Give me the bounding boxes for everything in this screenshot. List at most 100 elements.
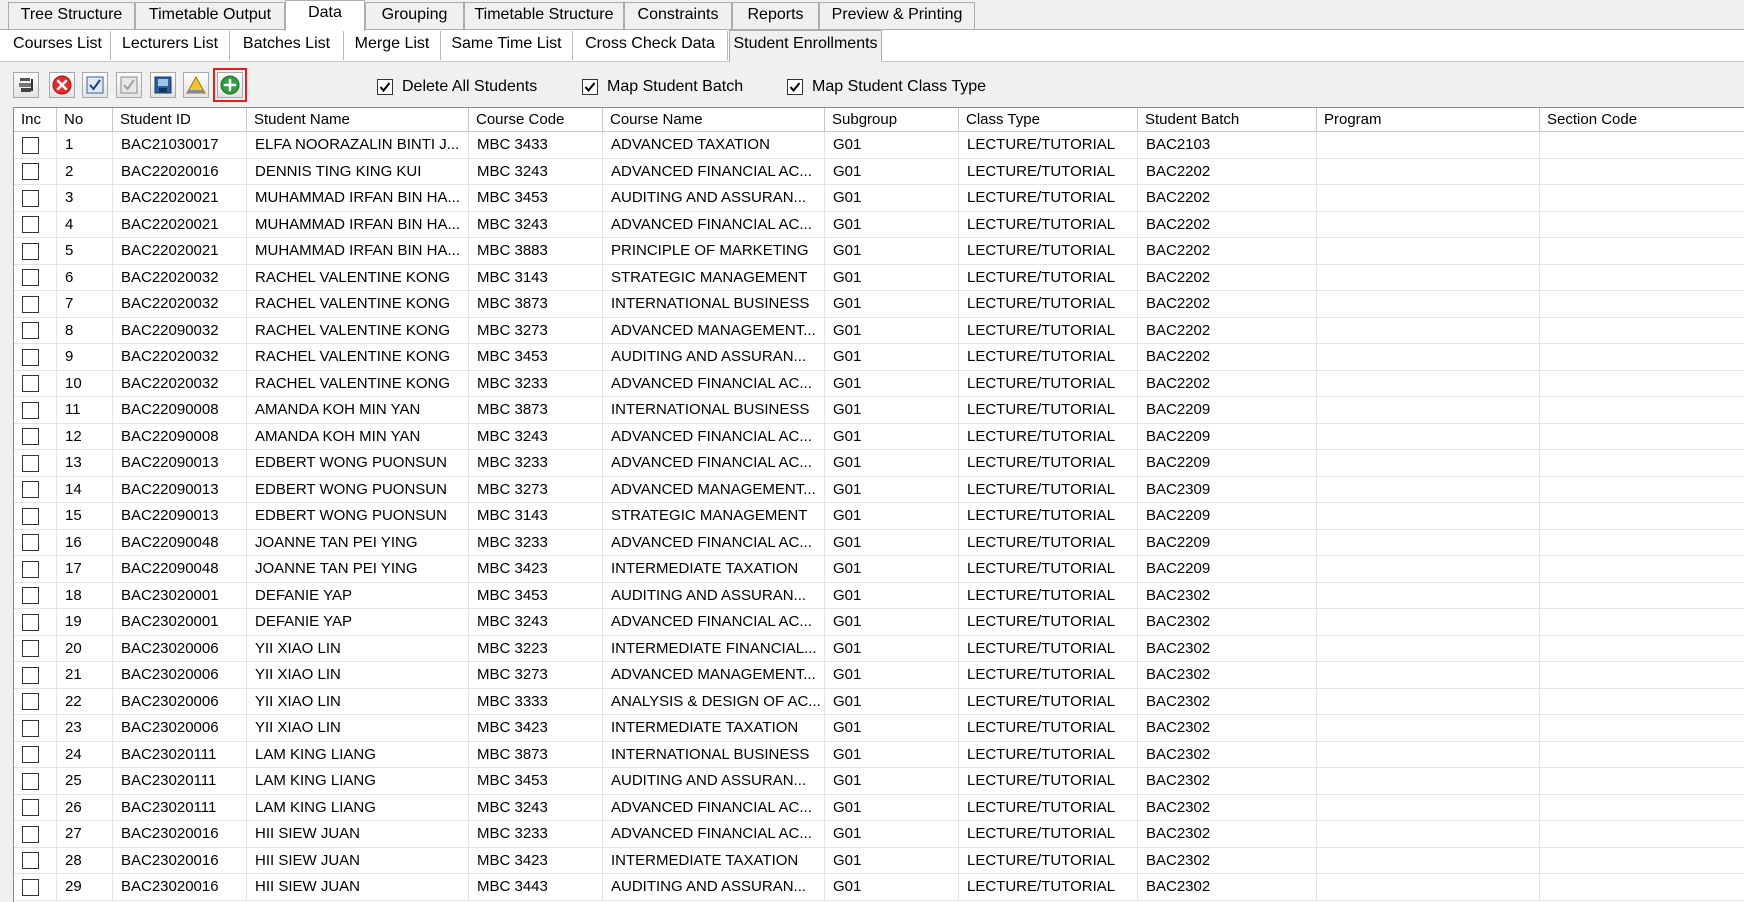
include-checkbox[interactable] bbox=[22, 269, 39, 286]
include-checkbox[interactable] bbox=[22, 375, 39, 392]
table-row[interactable]: 14 BAC22090013 EDBERT WONG PUONSUN MBC 3273… bbox=[14, 476, 1744, 503]
add-button[interactable] bbox=[213, 68, 247, 102]
include-checkbox[interactable] bbox=[22, 401, 39, 419]
table-row[interactable]: 4 BAC22020021 MUHAMMAD IRFAN BIN HA... MBC … bbox=[14, 211, 1744, 238]
table-row[interactable]: 15 BAC22090013 EDBERT WONG PUONSUN MBC 3143… bbox=[14, 503, 1744, 530]
map-student-class-type-checkbox[interactable] bbox=[787, 79, 803, 95]
table-row[interactable]: 25 BAC23020111 LAM KING LIANG MBC 3453 AUDIT… bbox=[14, 768, 1744, 795]
table-row[interactable]: 29 BAC23020016 HII SIEW JUAN MBC 3443 AUDITI… bbox=[14, 874, 1744, 901]
column-header-course-name[interactable]: Course Name bbox=[603, 108, 825, 132]
subtab-cross-check-data[interactable]: Cross Check Data bbox=[573, 31, 728, 60]
include-checkbox[interactable] bbox=[22, 534, 39, 551]
table-row[interactable]: 3 BAC22020021 MUHAMMAD IRFAN BIN HA... MBC … bbox=[14, 185, 1744, 212]
include-checkbox[interactable] bbox=[22, 216, 39, 233]
tab-timetable-structure[interactable]: Timetable Structure bbox=[464, 2, 624, 29]
column-header-course-code[interactable]: Course Code bbox=[469, 108, 603, 132]
include-checkbox[interactable] bbox=[22, 507, 39, 525]
table-row[interactable]: 27 BAC23020016 HII SIEW JUAN MBC 3233 ADVANC… bbox=[14, 821, 1744, 848]
include-checkbox[interactable] bbox=[22, 666, 39, 684]
cell-class-type: LECTURE/TUTORIAL bbox=[959, 768, 1138, 794]
table-row[interactable]: 24 BAC23020111 LAM KING LIANG MBC 3873 INTER… bbox=[14, 741, 1744, 768]
check-all-button[interactable] bbox=[82, 72, 108, 98]
table-row[interactable]: 18 BAC23020001 DEFANIE YAP MBC 3453 AUDITING… bbox=[14, 582, 1744, 609]
save-button[interactable] bbox=[150, 72, 176, 98]
column-header-class-type[interactable]: Class Type bbox=[959, 108, 1138, 132]
include-checkbox[interactable] bbox=[22, 189, 39, 207]
table-row[interactable]: 28 BAC23020016 HII SIEW JUAN MBC 3423 INTERM… bbox=[14, 847, 1744, 874]
tab-constraints[interactable]: Constraints bbox=[624, 2, 732, 29]
table-row[interactable]: 22 BAC23020006 YII XIAO LIN MBC 3333 ANALYSI… bbox=[14, 688, 1744, 715]
include-checkbox[interactable] bbox=[22, 746, 39, 763]
include-checkbox[interactable] bbox=[22, 295, 39, 313]
map-student-batch-checkbox[interactable] bbox=[582, 79, 598, 95]
table-row[interactable]: 16 BAC22090048 JOANNE TAN PEI YING MBC 3233… bbox=[14, 529, 1744, 556]
subtab-lecturers-list[interactable]: Lecturers List bbox=[111, 31, 230, 60]
map-student-class-type-option[interactable]: Map Student Class Type bbox=[787, 77, 986, 97]
include-checkbox[interactable] bbox=[22, 613, 39, 631]
include-checkbox[interactable] bbox=[22, 560, 39, 578]
table-row[interactable]: 1 BAC21030017 ELFA NOORAZALIN BINTI J... MB… bbox=[14, 132, 1744, 159]
column-header-no[interactable]: No bbox=[57, 108, 113, 132]
map-student-batch-option[interactable]: Map Student Batch bbox=[582, 77, 743, 97]
include-checkbox[interactable] bbox=[22, 348, 39, 366]
include-checkbox[interactable] bbox=[22, 481, 39, 498]
table-row[interactable]: 10 BAC22020032 RACHEL VALENTINE KONG MBC 32… bbox=[14, 370, 1744, 397]
column-header-program[interactable]: Program bbox=[1317, 108, 1540, 132]
delete-all-students-checkbox[interactable] bbox=[377, 79, 393, 95]
column-header-inc[interactable]: Inc bbox=[14, 108, 57, 132]
table-row[interactable]: 12 BAC22090008 AMANDA KOH MIN YAN MBC 3243 A… bbox=[14, 423, 1744, 450]
table-row[interactable]: 2 BAC22020016 DENNIS TING KING KUI MBC 3243… bbox=[14, 158, 1744, 185]
tab-data[interactable]: Data bbox=[285, 0, 365, 31]
delete-all-students-option[interactable]: Delete All Students bbox=[377, 77, 537, 97]
table-row[interactable]: 9 BAC22020032 RACHEL VALENTINE KONG MBC 345… bbox=[14, 344, 1744, 371]
include-checkbox[interactable] bbox=[22, 799, 39, 816]
tab-reports[interactable]: Reports bbox=[732, 2, 819, 29]
tab-timetable-output[interactable]: Timetable Output bbox=[135, 2, 285, 29]
column-header-section-code[interactable]: Section Code bbox=[1540, 108, 1744, 132]
include-checkbox[interactable] bbox=[22, 852, 39, 869]
uncheck-all-button[interactable] bbox=[116, 72, 142, 98]
table-row[interactable]: 7 BAC22020032 RACHEL VALENTINE KONG MBC 387… bbox=[14, 291, 1744, 318]
column-header-student-batch[interactable]: Student Batch bbox=[1138, 108, 1317, 132]
table-row[interactable]: 11 BAC22090008 AMANDA KOH MIN YAN MBC 3873 I… bbox=[14, 397, 1744, 424]
table-row[interactable]: 13 BAC22090013 EDBERT WONG PUONSUN MBC 3233… bbox=[14, 450, 1744, 477]
include-checkbox[interactable] bbox=[22, 322, 39, 339]
include-checkbox[interactable] bbox=[22, 242, 39, 260]
include-checkbox[interactable] bbox=[22, 878, 39, 896]
include-checkbox[interactable] bbox=[22, 136, 39, 154]
subtab-merge-list[interactable]: Merge List bbox=[344, 31, 441, 60]
delete-button[interactable] bbox=[49, 72, 75, 98]
warning-button[interactable] bbox=[183, 72, 209, 98]
table-row[interactable]: 19 BAC23020001 DEFANIE YAP MBC 3243 ADVANCED… bbox=[14, 609, 1744, 636]
column-header-student-id[interactable]: Student ID bbox=[113, 108, 247, 132]
table-row[interactable]: 8 BAC22090032 RACHEL VALENTINE KONG MBC 327… bbox=[14, 317, 1744, 344]
include-checkbox[interactable] bbox=[22, 693, 39, 710]
tab-tree-structure[interactable]: Tree Structure bbox=[8, 2, 135, 29]
include-checkbox[interactable] bbox=[22, 825, 39, 843]
subtab-same-time-list[interactable]: Same Time List bbox=[441, 31, 573, 60]
include-checkbox[interactable] bbox=[22, 428, 39, 445]
subtab-batches-list[interactable]: Batches List bbox=[230, 31, 344, 60]
table-row[interactable]: 21 BAC23020006 YII XIAO LIN MBC 3273 ADVANCE… bbox=[14, 662, 1744, 689]
import-button[interactable] bbox=[13, 72, 39, 98]
include-checkbox[interactable] bbox=[22, 640, 39, 657]
column-header-student-name[interactable]: Student Name bbox=[247, 108, 469, 132]
table-row[interactable]: 23 BAC23020006 YII XIAO LIN MBC 3423 INTERME… bbox=[14, 715, 1744, 742]
include-checkbox[interactable] bbox=[22, 163, 39, 180]
table-row[interactable]: 20 BAC23020006 YII XIAO LIN MBC 3223 INTERME… bbox=[14, 635, 1744, 662]
table-row[interactable]: 26 BAC23020111 LAM KING LIANG MBC 3243 ADVAN… bbox=[14, 794, 1744, 821]
tab-grouping[interactable]: Grouping bbox=[365, 2, 464, 29]
table-row[interactable]: 6 BAC22020032 RACHEL VALENTINE KONG MBC 314… bbox=[14, 264, 1744, 291]
column-header-subgroup[interactable]: Subgroup bbox=[825, 108, 959, 132]
include-checkbox[interactable] bbox=[22, 587, 39, 604]
subtab-courses-list[interactable]: Courses List bbox=[5, 31, 111, 60]
subtab-student-enrollments[interactable]: Student Enrollments bbox=[729, 30, 882, 62]
include-checkbox[interactable] bbox=[22, 772, 39, 790]
include-checkbox[interactable] bbox=[22, 719, 39, 737]
cell-class-type: LECTURE/TUTORIAL bbox=[959, 503, 1138, 529]
table-row[interactable]: 5 BAC22020021 MUHAMMAD IRFAN BIN HA... MBC … bbox=[14, 238, 1744, 265]
table-row[interactable]: 17 BAC22090048 JOANNE TAN PEI YING MBC 3423… bbox=[14, 556, 1744, 583]
include-checkbox[interactable] bbox=[22, 454, 39, 472]
cell-section-code bbox=[1540, 265, 1744, 291]
tab-preview-printing[interactable]: Preview & Printing bbox=[819, 2, 975, 29]
